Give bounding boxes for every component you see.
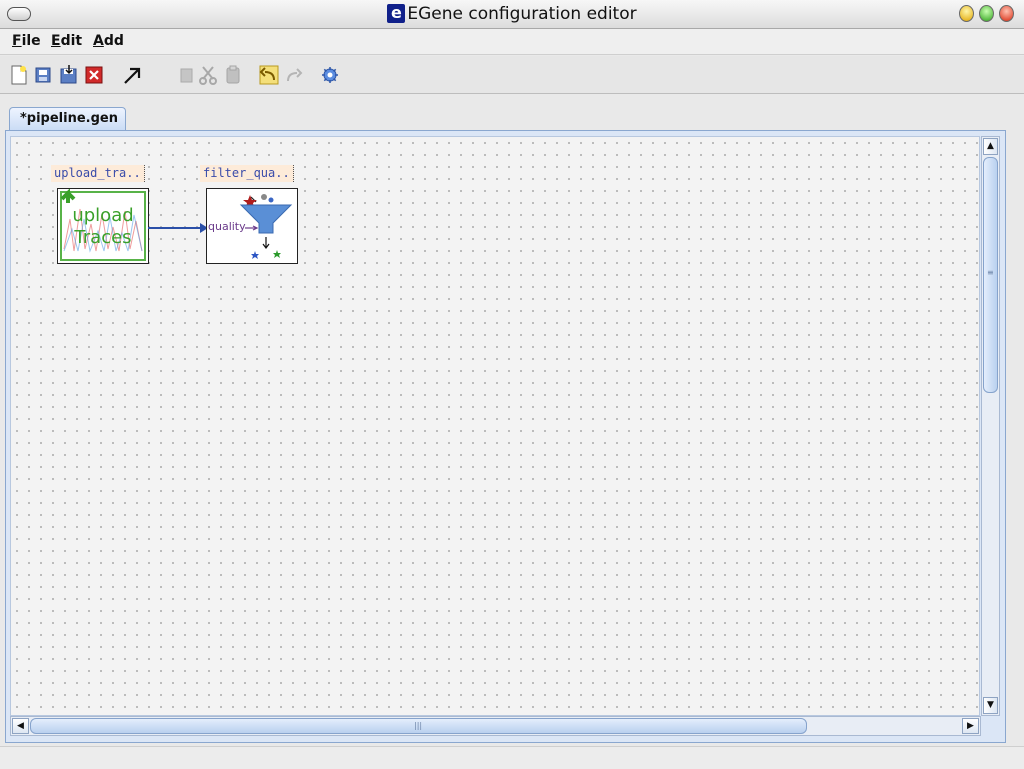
horizontal-scroll-thumb[interactable]: ||| <box>30 718 807 734</box>
open-file-icon <box>35 67 51 83</box>
scroll-right-button[interactable]: ▶ <box>962 718 979 734</box>
node-label-upload-traces[interactable]: upload_tra.. <box>51 165 145 182</box>
grip-icon: ≡ <box>987 268 994 277</box>
node-filter-quality[interactable]: quality <box>206 188 298 264</box>
cut-icon <box>199 66 217 85</box>
window-controls <box>959 5 1014 22</box>
status-bar <box>0 746 1024 769</box>
undo-button[interactable] <box>259 64 279 86</box>
menu-bar: File Edit Add <box>0 29 1024 55</box>
paste-button[interactable] <box>223 64 243 86</box>
scroll-up-button[interactable]: ▲ <box>983 138 998 155</box>
tab-pipeline-gen[interactable]: *pipeline.gen <box>9 107 126 131</box>
vertical-scroll-thumb[interactable]: ≡ <box>983 157 998 393</box>
settings-button[interactable] <box>320 64 340 86</box>
minimize-button[interactable] <box>959 5 974 22</box>
cut-button[interactable] <box>198 64 218 86</box>
horizontal-scrollbar[interactable]: ◀ ||| ▶ <box>10 716 981 736</box>
maximize-button[interactable] <box>979 5 994 22</box>
pipeline-canvas[interactable]: upload_tra.. upload Traces filter_qua.. <box>10 136 980 716</box>
copy-button[interactable] <box>176 64 196 86</box>
copy-icon <box>180 68 193 83</box>
window-title-area: e EGene configuration editor <box>0 4 1024 24</box>
save-file-icon <box>60 65 77 84</box>
window-titlebar[interactable]: e EGene configuration editor <box>0 0 1024 29</box>
save-file-button[interactable] <box>59 64 79 86</box>
menu-edit[interactable]: Edit <box>51 33 82 49</box>
quality-port-label: quality <box>208 220 246 233</box>
close-file-button[interactable] <box>84 64 104 86</box>
settings-gear-icon <box>322 67 338 83</box>
connect-arrow-icon <box>124 67 141 84</box>
arrow-up-icon: ▲ <box>987 141 994 151</box>
close-window-button[interactable] <box>999 5 1014 22</box>
vertical-scrollbar[interactable]: ▲ ≡ ▼ <box>981 136 1000 716</box>
new-file-icon <box>11 65 27 85</box>
redo-button[interactable] <box>284 64 304 86</box>
menu-file[interactable]: File <box>12 33 41 49</box>
scroll-left-button[interactable]: ◀ <box>12 718 29 734</box>
grip-icon: ||| <box>414 721 423 730</box>
window-title: EGene configuration editor <box>407 4 637 24</box>
paste-icon <box>226 65 240 84</box>
undo-icon <box>259 65 279 85</box>
menu-add[interactable]: Add <box>93 33 124 49</box>
arrow-down-icon: ▼ <box>987 700 994 710</box>
open-file-button[interactable] <box>34 64 54 86</box>
node-label-filter-quality[interactable]: filter_qua.. <box>200 165 294 182</box>
new-file-button[interactable] <box>9 64 29 86</box>
arrow-left-icon: ◀ <box>17 721 24 731</box>
connect-arrow-button[interactable] <box>121 64 143 86</box>
toolbar <box>0 56 1024 94</box>
upload-traces-text: upload Traces <box>72 205 134 248</box>
node-upload-traces[interactable]: upload Traces <box>57 188 149 264</box>
close-file-icon <box>85 66 103 84</box>
scroll-down-button[interactable]: ▼ <box>983 697 998 714</box>
arrow-right-icon: ▶ <box>967 721 974 731</box>
egene-logo-icon: e <box>387 4 406 23</box>
redo-icon <box>287 68 303 82</box>
